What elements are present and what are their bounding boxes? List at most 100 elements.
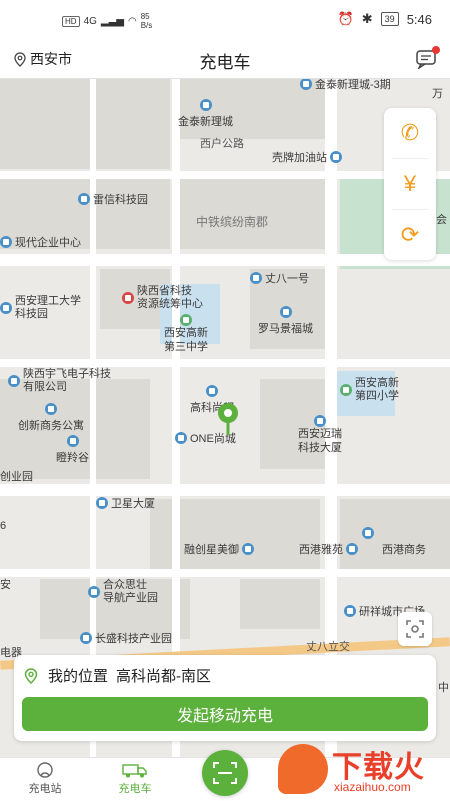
- battery-indicator: 39: [380, 12, 399, 26]
- poi[interactable]: 卫星大厦: [96, 495, 155, 511]
- start-mobile-charging-button[interactable]: 发起移动充电: [22, 697, 428, 731]
- road-label: 西户公路: [200, 138, 244, 150]
- poi-label: 中铁缤纷南郡: [196, 215, 269, 229]
- poi-label: 第三中学: [164, 341, 208, 353]
- net-speed-unit: B/s: [140, 21, 153, 30]
- poi-label: 陕西宇飞电子科技: [23, 368, 111, 380]
- poi[interactable]: 丈八一号: [250, 270, 309, 286]
- poi-label: 科技园: [15, 308, 48, 320]
- road: [0, 484, 450, 496]
- poi-label: 西安理工大学: [15, 295, 81, 307]
- status-left: HD 4G ▂▃▅ ◠ 85 B/s: [62, 12, 152, 30]
- poi[interactable]: 创新商务公寓: [18, 403, 84, 433]
- building-icon: [300, 79, 312, 90]
- poi[interactable]: 融创星美御: [184, 541, 254, 557]
- poi[interactable]: 壳牌加油站: [272, 149, 342, 165]
- poi[interactable]: 合众思壮 导航产业园: [88, 579, 158, 605]
- poi[interactable]: 西港商务: [362, 527, 426, 557]
- watermark: 下载火 xiazaihuo.com: [272, 738, 450, 800]
- poi-label: 西港商务: [382, 544, 426, 556]
- station-icon: [37, 762, 53, 778]
- poi[interactable]: 瞪羚谷: [56, 435, 89, 465]
- school-icon: [180, 314, 192, 326]
- current-location-pin-icon: [218, 403, 238, 435]
- poi[interactable]: 金泰新理城: [178, 99, 233, 129]
- scan-button[interactable]: [202, 750, 248, 796]
- poi[interactable]: 西安迈瑞 科技大厦: [298, 415, 342, 455]
- signal-icon: ▂▃▅: [100, 15, 124, 27]
- map-toolbox: ✆ ¥ ⟳: [384, 108, 436, 260]
- poi-label: 科技大厦: [298, 442, 342, 454]
- poi[interactable]: 陕西省科技 资源统筹中心: [122, 285, 203, 311]
- map-block: [240, 579, 320, 629]
- building-icon: [45, 403, 57, 415]
- status-right: ⏰ ✱ 39 5:46: [338, 11, 432, 27]
- road: [0, 171, 450, 179]
- poi[interactable]: 创业园: [0, 468, 33, 484]
- poi[interactable]: 现代企业中心: [0, 234, 81, 250]
- tab-charging-vehicle[interactable]: 充电车: [100, 760, 170, 796]
- poi-label: 导航产业园: [103, 592, 158, 604]
- my-location-value: 高科尚都-南区: [116, 668, 212, 685]
- poi-label: 金泰新理城-3期: [315, 79, 391, 91]
- building-icon: [346, 543, 358, 555]
- poi[interactable]: 罗马景福城: [258, 306, 313, 336]
- poi-label: 丈八一号: [265, 273, 309, 285]
- call-button[interactable]: ✆: [384, 108, 436, 158]
- service-button[interactable]: ⟳: [384, 210, 436, 260]
- tab-label: 充电车: [118, 783, 152, 795]
- wifi-icon: ◠: [127, 15, 137, 27]
- building-icon: [88, 586, 100, 598]
- poi-label: 罗马景福城: [258, 323, 313, 335]
- bluetooth-icon: ✱: [361, 11, 373, 26]
- refresh-icon: ⟳: [400, 222, 420, 247]
- poi-label: 西港雅苑: [299, 544, 343, 556]
- poi[interactable]: 6: [0, 520, 6, 532]
- building-icon: [344, 605, 356, 617]
- building-icon: [66, 435, 79, 447]
- map-block: [0, 79, 170, 169]
- app-header: 西安市 充电车: [0, 40, 450, 79]
- poi[interactable]: 陕西宇飞电子科技 有限公司: [8, 368, 111, 394]
- flame-logo-icon: [278, 744, 328, 794]
- poi[interactable]: 西安高新 第四小学: [340, 377, 399, 403]
- poi[interactable]: 长盛科技产业园: [80, 630, 172, 646]
- poi[interactable]: 会: [436, 211, 447, 227]
- location-pin-icon: [24, 667, 38, 684]
- unread-badge: [432, 46, 440, 54]
- poi-text: 西安理工大学 科技园: [15, 295, 81, 321]
- building-icon: [242, 543, 254, 555]
- poi-text: 合众思壮 导航产业园: [103, 579, 158, 605]
- pricing-button[interactable]: ¥: [384, 159, 436, 209]
- poi-label: 长盛科技产业园: [95, 633, 172, 645]
- poi[interactable]: 万: [432, 85, 443, 101]
- net-speed-value: 85: [140, 12, 150, 21]
- watermark-url: xiazaihuo.com: [334, 780, 411, 794]
- locate-icon: [406, 620, 424, 638]
- poi-label: 资源统筹中心: [137, 298, 203, 310]
- poi-label: 融创星美御: [184, 544, 239, 556]
- poi[interactable]: 雷信科技园: [78, 191, 148, 207]
- school-icon: [340, 384, 352, 396]
- tab-charging-station[interactable]: 充电站: [10, 760, 80, 796]
- poi[interactable]: 金泰新理城-3期: [300, 79, 391, 92]
- locate-button[interactable]: [398, 612, 432, 646]
- poi-label: 雷信科技园: [93, 194, 148, 206]
- message-button[interactable]: [416, 46, 440, 71]
- poi[interactable]: 安: [0, 576, 11, 592]
- poi[interactable]: 西安高新 第三中学: [164, 314, 208, 354]
- poi-label: 有限公司: [23, 381, 67, 393]
- poi[interactable]: 中: [438, 679, 449, 695]
- hd-badge: HD: [62, 15, 80, 27]
- building-icon: [0, 302, 12, 314]
- poi-text: 陕西宇飞电子科技 有限公司: [23, 368, 111, 394]
- poi-label: 万: [432, 88, 443, 100]
- building-icon: [199, 99, 212, 111]
- building-icon: [362, 527, 374, 539]
- poi[interactable]: 中铁缤纷南郡: [196, 213, 268, 230]
- my-location-row[interactable]: 我的位置 高科尚都-南区: [24, 665, 211, 686]
- building-icon: [96, 497, 108, 509]
- poi[interactable]: 西安理工大学 科技园: [0, 295, 81, 321]
- road: [0, 254, 450, 266]
- poi[interactable]: 西港雅苑: [299, 541, 358, 557]
